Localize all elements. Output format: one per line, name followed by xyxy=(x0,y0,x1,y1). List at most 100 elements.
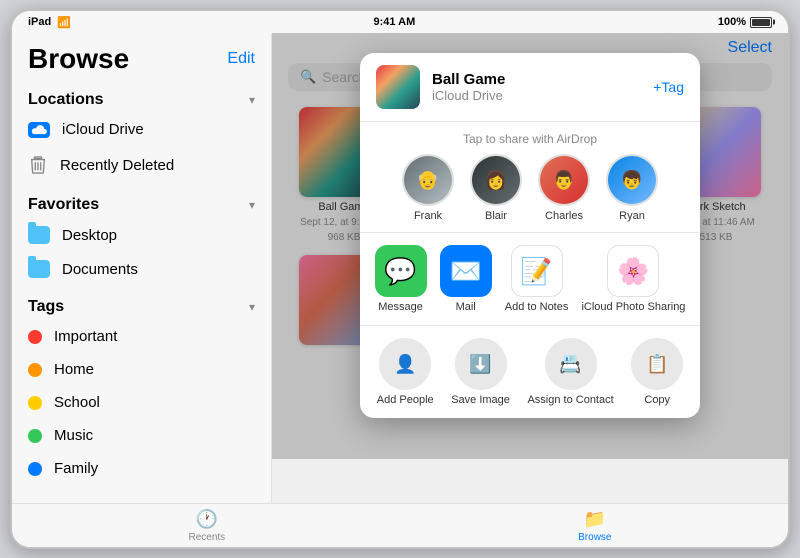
family-label: Family xyxy=(54,460,98,477)
share-tag-button[interactable]: +Tag xyxy=(653,79,684,95)
tab-bar: 🕐 Recents 📁 Browse xyxy=(12,503,788,547)
status-right: 100% xyxy=(718,16,772,28)
tags-label: Tags xyxy=(28,298,64,316)
status-bar: iPad 📶 9:41 AM 100% xyxy=(12,11,788,33)
edit-button[interactable]: Edit xyxy=(227,50,255,68)
mail-icon: ✉️ xyxy=(440,245,492,297)
sidebar-item-icloud[interactable]: iCloud Drive xyxy=(12,113,271,146)
more-actions: 👤 Add People ⬇️ Save Image 📇 Assign to C… xyxy=(360,326,700,418)
battery-icon xyxy=(750,17,772,28)
trash-icon xyxy=(28,154,48,176)
frank-name: Frank xyxy=(414,210,442,222)
favorites-section-header: Favorites ▾ xyxy=(12,184,271,218)
photos-icon: 🌸 xyxy=(607,245,659,297)
sidebar-item-family[interactable]: Family xyxy=(12,452,271,485)
mail-label: Mail xyxy=(456,301,476,313)
airdrop-person-frank[interactable]: 👴 Frank xyxy=(402,154,454,222)
add-people-action[interactable]: 👤 Add People xyxy=(377,338,434,406)
recently-deleted-label: Recently Deleted xyxy=(60,157,174,174)
device-label: iPad xyxy=(28,16,51,28)
tags-chevron-icon: ▾ xyxy=(249,300,255,314)
home-label: Home xyxy=(54,361,94,378)
blair-avatar-img: 👩 xyxy=(472,156,520,204)
favorites-label: Favorites xyxy=(28,196,99,214)
locations-label: Locations xyxy=(28,91,104,109)
message-label: Message xyxy=(378,301,423,313)
notes-icon: 📝 xyxy=(511,245,563,297)
main-content: Browse Edit Locations ▾ iCloud Drive xyxy=(12,33,788,503)
charles-name: Charles xyxy=(545,210,583,222)
sidebar-item-documents[interactable]: Documents xyxy=(12,252,271,286)
status-left: iPad 📶 xyxy=(28,16,71,29)
notes-label: Add to Notes xyxy=(505,301,569,313)
message-action[interactable]: 💬 Message xyxy=(375,245,427,313)
status-time: 9:41 AM xyxy=(374,16,416,28)
airdrop-person-ryan[interactable]: 👦 Ryan xyxy=(606,154,658,222)
sidebar-header: Browse Edit xyxy=(12,33,271,79)
airdrop-label: Tap to share with AirDrop xyxy=(376,132,684,146)
sidebar: Browse Edit Locations ▾ iCloud Drive xyxy=(12,33,272,503)
share-info: Ball Game iCloud Drive xyxy=(432,71,641,103)
wifi-icon: 📶 xyxy=(57,16,71,29)
charles-avatar: 👨 xyxy=(538,154,590,206)
music-tag-dot xyxy=(28,429,42,443)
school-tag-dot xyxy=(28,396,42,410)
sidebar-item-home[interactable]: Home xyxy=(12,353,271,386)
favorites-chevron-icon: ▾ xyxy=(249,198,255,212)
important-label: Important xyxy=(54,328,117,345)
photos-action[interactable]: 🌸 iCloud Photo Sharing xyxy=(581,245,685,313)
airdrop-person-charles[interactable]: 👨 Charles xyxy=(538,154,590,222)
sidebar-item-music[interactable]: Music xyxy=(12,419,271,452)
sidebar-item-desktop[interactable]: Desktop xyxy=(12,218,271,252)
blair-avatar: 👩 xyxy=(470,154,522,206)
message-icon: 💬 xyxy=(375,245,427,297)
sidebar-item-recently-deleted[interactable]: Recently Deleted xyxy=(12,146,271,184)
copy-label: Copy xyxy=(644,394,670,406)
browse-title: Browse xyxy=(28,43,129,75)
sidebar-item-important[interactable]: Important xyxy=(12,320,271,353)
important-tag-dot xyxy=(28,330,42,344)
home-tag-dot xyxy=(28,363,42,377)
airdrop-people: 👴 Frank 👩 Blair xyxy=(376,154,684,222)
ryan-avatar-img: 👦 xyxy=(608,156,656,204)
icloud-label: iCloud Drive xyxy=(62,121,144,138)
browse-tab-icon: 📁 xyxy=(584,509,606,530)
desktop-label: Desktop xyxy=(62,227,117,244)
documents-folder-icon xyxy=(28,260,50,278)
locations-chevron-icon: ▾ xyxy=(249,93,255,107)
airdrop-section: Tap to share with AirDrop 👴 Frank 👩 xyxy=(360,122,700,233)
tab-browse[interactable]: 📁 Browse xyxy=(578,509,611,543)
frank-avatar-img: 👴 xyxy=(404,156,452,204)
airdrop-person-blair[interactable]: 👩 Blair xyxy=(470,154,522,222)
mail-action[interactable]: ✉️ Mail xyxy=(440,245,492,313)
share-overlay: Ball Game iCloud Drive +Tag Tap to share… xyxy=(272,33,788,459)
notes-action[interactable]: 📝 Add to Notes xyxy=(505,245,569,313)
desktop-folder-icon xyxy=(28,226,50,244)
browse-tab-label: Browse xyxy=(578,532,611,543)
sidebar-body: Locations ▾ iCloud Drive xyxy=(12,79,271,503)
blair-name: Blair xyxy=(485,210,507,222)
add-people-icon: 👤 xyxy=(379,338,431,390)
save-image-icon: ⬇️ xyxy=(455,338,507,390)
actions-section: 💬 Message ✉️ Mail 📝 Add to Notes 🌸 xyxy=(360,233,700,326)
locations-section-header: Locations ▾ xyxy=(12,79,271,113)
icloud-icon xyxy=(28,122,50,138)
tab-recents[interactable]: 🕐 Recents xyxy=(188,509,225,543)
share-filename: Ball Game xyxy=(432,71,641,88)
recents-tab-icon: 🕐 xyxy=(196,509,218,530)
charles-avatar-img: 👨 xyxy=(540,156,588,204)
recents-tab-label: Recents xyxy=(188,532,225,543)
assign-contact-action[interactable]: 📇 Assign to Contact xyxy=(527,338,613,406)
sidebar-item-school[interactable]: School xyxy=(12,386,271,419)
share-sheet: Ball Game iCloud Drive +Tag Tap to share… xyxy=(360,53,700,418)
family-tag-dot xyxy=(28,462,42,476)
tags-section-header: Tags ▾ xyxy=(12,286,271,320)
copy-icon: 📋 xyxy=(631,338,683,390)
save-image-label: Save Image xyxy=(451,394,510,406)
battery-percentage: 100% xyxy=(718,16,746,28)
right-panel: Select 🔍 Search Ball Game Sept 12, at 9:… xyxy=(272,33,788,503)
copy-action[interactable]: 📋 Copy xyxy=(631,338,683,406)
save-image-action[interactable]: ⬇️ Save Image xyxy=(451,338,510,406)
school-label: School xyxy=(54,394,100,411)
ryan-name: Ryan xyxy=(619,210,645,222)
